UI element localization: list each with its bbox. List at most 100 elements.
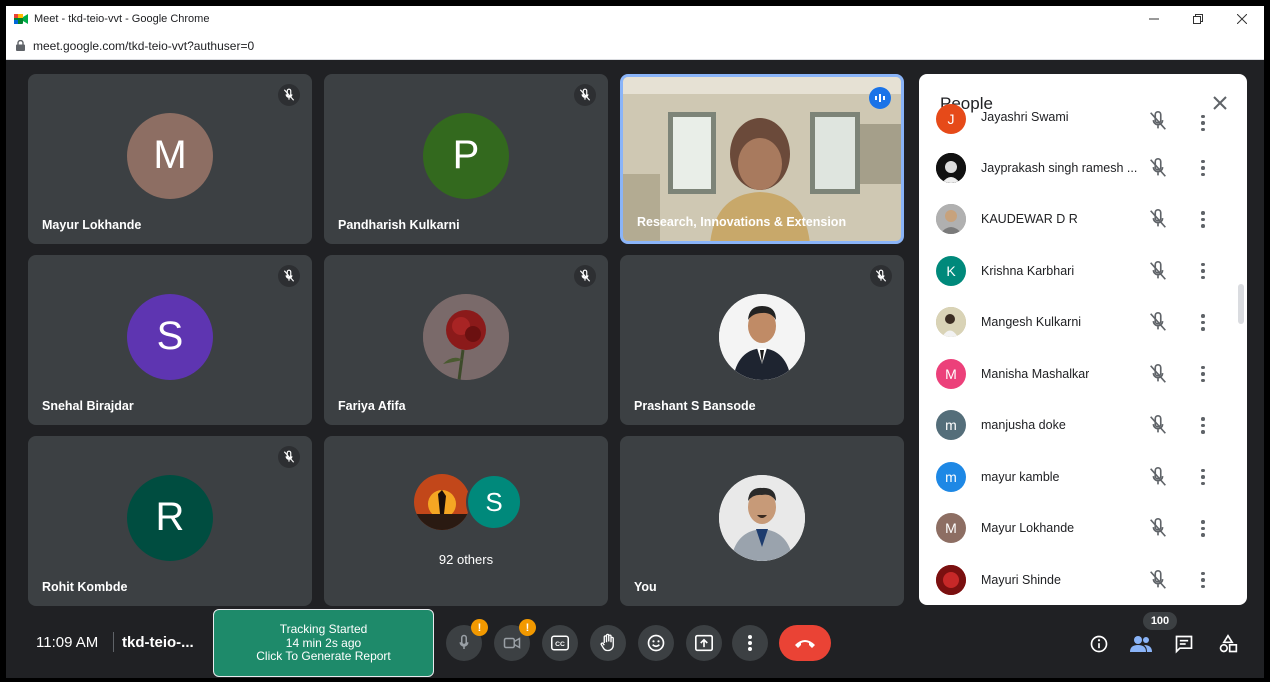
participant-photo-avatar [936, 152, 966, 183]
people-button[interactable] [1129, 632, 1153, 656]
mic-off-icon[interactable] [1147, 260, 1169, 282]
more-options-button[interactable] [732, 625, 768, 661]
leave-call-button[interactable] [779, 625, 831, 661]
address-bar[interactable]: meet.google.com/tkd-teio-vvt?authuser=0 [6, 32, 1264, 60]
participant-count-badge: 100 [1143, 612, 1177, 630]
raise-hand-button[interactable] [590, 625, 626, 661]
participant-name: Research, Innovations & Extension [637, 215, 847, 229]
participant-row[interactable]: m mayur kamble [919, 451, 1247, 503]
participant-row[interactable]: K Krishna Karbhari [919, 245, 1247, 297]
participant-row[interactable]: M Manisha Mashalkar [919, 348, 1247, 400]
mic-off-icon[interactable] [1147, 517, 1169, 539]
tracking-elapsed: 14 min 2s ago [285, 635, 362, 650]
captions-button[interactable]: CC [542, 625, 578, 661]
window-controls [1132, 6, 1264, 32]
mic-off-icon[interactable] [1147, 569, 1169, 591]
self-tile[interactable]: You [620, 436, 904, 606]
participant-avatar: m [936, 410, 966, 441]
mic-toggle-button[interactable]: ! [446, 619, 488, 661]
participant-tile[interactable]: M Mayur Lokhande [28, 74, 312, 244]
participant-row[interactable]: M Mayur Lokhande [919, 503, 1247, 555]
participant-row-name: Mangesh Kulkarni [981, 315, 1082, 330]
hang-up-icon [795, 640, 815, 648]
participant-row[interactable]: Jayprakash singh ramesh ... [919, 142, 1247, 194]
mic-off-icon[interactable] [1147, 311, 1169, 333]
meet-favicon-icon [14, 13, 28, 25]
meeting-time: 11:09 AM [36, 634, 99, 651]
more-options-icon[interactable] [1195, 260, 1211, 282]
panel-scrollbar[interactable] [1238, 284, 1244, 324]
mic-off-icon[interactable] [1147, 414, 1169, 436]
more-options-icon[interactable] [1195, 569, 1211, 591]
close-icon[interactable] [1209, 92, 1231, 114]
participant-photo-avatar [936, 307, 966, 338]
participant-list: J Jayashri Swami Jayprakash singh ramesh… [919, 104, 1247, 605]
others-tile[interactable]: S 92 others [324, 436, 608, 606]
more-options-icon[interactable] [1195, 112, 1211, 134]
mic-off-icon [278, 446, 300, 468]
reactions-button[interactable] [638, 625, 674, 661]
svg-text:CC: CC [555, 641, 565, 648]
participant-name: Snehal Birajdar [42, 399, 134, 413]
participant-tile[interactable]: P Pandharish Kulkarni [324, 74, 608, 244]
chat-button[interactable] [1172, 632, 1196, 656]
participant-tile[interactable]: Prashant S Bansode [620, 255, 904, 425]
more-options-icon[interactable] [1195, 311, 1211, 333]
restore-button[interactable] [1176, 6, 1220, 32]
participant-row[interactable]: Mangesh Kulkarni [919, 297, 1247, 349]
mic-off-icon[interactable] [1147, 157, 1169, 179]
more-options-icon[interactable] [1195, 517, 1211, 539]
tracking-report-button[interactable]: Tracking Started 14 min 2s ago Click To … [213, 609, 434, 677]
participant-avatar: K [936, 255, 966, 286]
participant-name: Mayur Lokhande [42, 218, 142, 232]
participant-row[interactable]: KAUDEWAR D R [919, 194, 1247, 246]
avatar: R [127, 474, 213, 561]
participant-name: Rohit Kombde [42, 580, 128, 594]
tracking-status: Tracking Started [279, 622, 368, 636]
camera-warning-badge: ! [519, 619, 536, 636]
participant-avatar: J [936, 104, 966, 134]
mic-off-icon[interactable] [1147, 363, 1169, 385]
more-options-icon[interactable] [1195, 414, 1211, 436]
participant-row-name: Manisha Mashalkar [981, 366, 1090, 381]
more-options-icon[interactable] [1195, 208, 1211, 230]
participant-row[interactable]: Mayuri Shinde [919, 554, 1247, 605]
minimize-button[interactable] [1132, 6, 1176, 32]
avatar: S [127, 293, 213, 380]
participant-tile[interactable]: Fariya Afifa [324, 255, 608, 425]
tracking-action: Click To Generate Report [256, 649, 391, 663]
more-options-icon[interactable] [1195, 466, 1211, 488]
mic-off-icon[interactable] [1147, 110, 1169, 132]
mic-off-icon[interactable] [1147, 466, 1169, 488]
camera-toggle-button[interactable]: ! [494, 619, 536, 661]
participant-tile-active-speaker[interactable]: Research, Innovations & Extension [620, 74, 904, 244]
people-panel: People J Jayashri Swami Jayprakash singh… [919, 74, 1247, 605]
participant-photo-avatar [936, 204, 966, 235]
others-photo-avatar [414, 474, 470, 530]
activities-button[interactable] [1216, 632, 1240, 656]
participant-row[interactable]: m manjusha doke [919, 400, 1247, 452]
participant-row-name: manjusha doke [981, 418, 1066, 433]
more-options-icon[interactable] [1195, 363, 1211, 385]
divider [113, 632, 114, 652]
url-text[interactable]: meet.google.com/tkd-teio-vvt?authuser=0 [33, 39, 254, 53]
participant-avatar: M [936, 358, 966, 389]
participant-row-name: Mayur Lokhande [981, 521, 1075, 536]
present-screen-button[interactable] [686, 625, 722, 661]
close-window-button[interactable] [1220, 6, 1264, 32]
avatar: M [127, 112, 213, 199]
meeting-details-button[interactable] [1087, 632, 1111, 656]
speaking-indicator-icon [869, 87, 891, 109]
meeting-code[interactable]: tkd-teio-... [122, 634, 194, 651]
mic-warning-badge: ! [471, 619, 488, 636]
participant-tile[interactable]: S Snehal Birajdar [28, 255, 312, 425]
rose-photo-avatar [423, 293, 509, 380]
participant-row[interactable]: J Jayashri Swami [919, 104, 1247, 142]
lock-icon [16, 39, 25, 51]
participant-tile[interactable]: R Rohit Kombde [28, 436, 312, 606]
mic-off-icon[interactable] [1147, 208, 1169, 230]
titlebar: Meet - tkd-teio-vvt - Google Chrome [6, 6, 1264, 32]
more-options-icon[interactable] [1195, 157, 1211, 179]
activities-icon [1219, 634, 1238, 653]
captions-icon: CC [551, 635, 569, 651]
